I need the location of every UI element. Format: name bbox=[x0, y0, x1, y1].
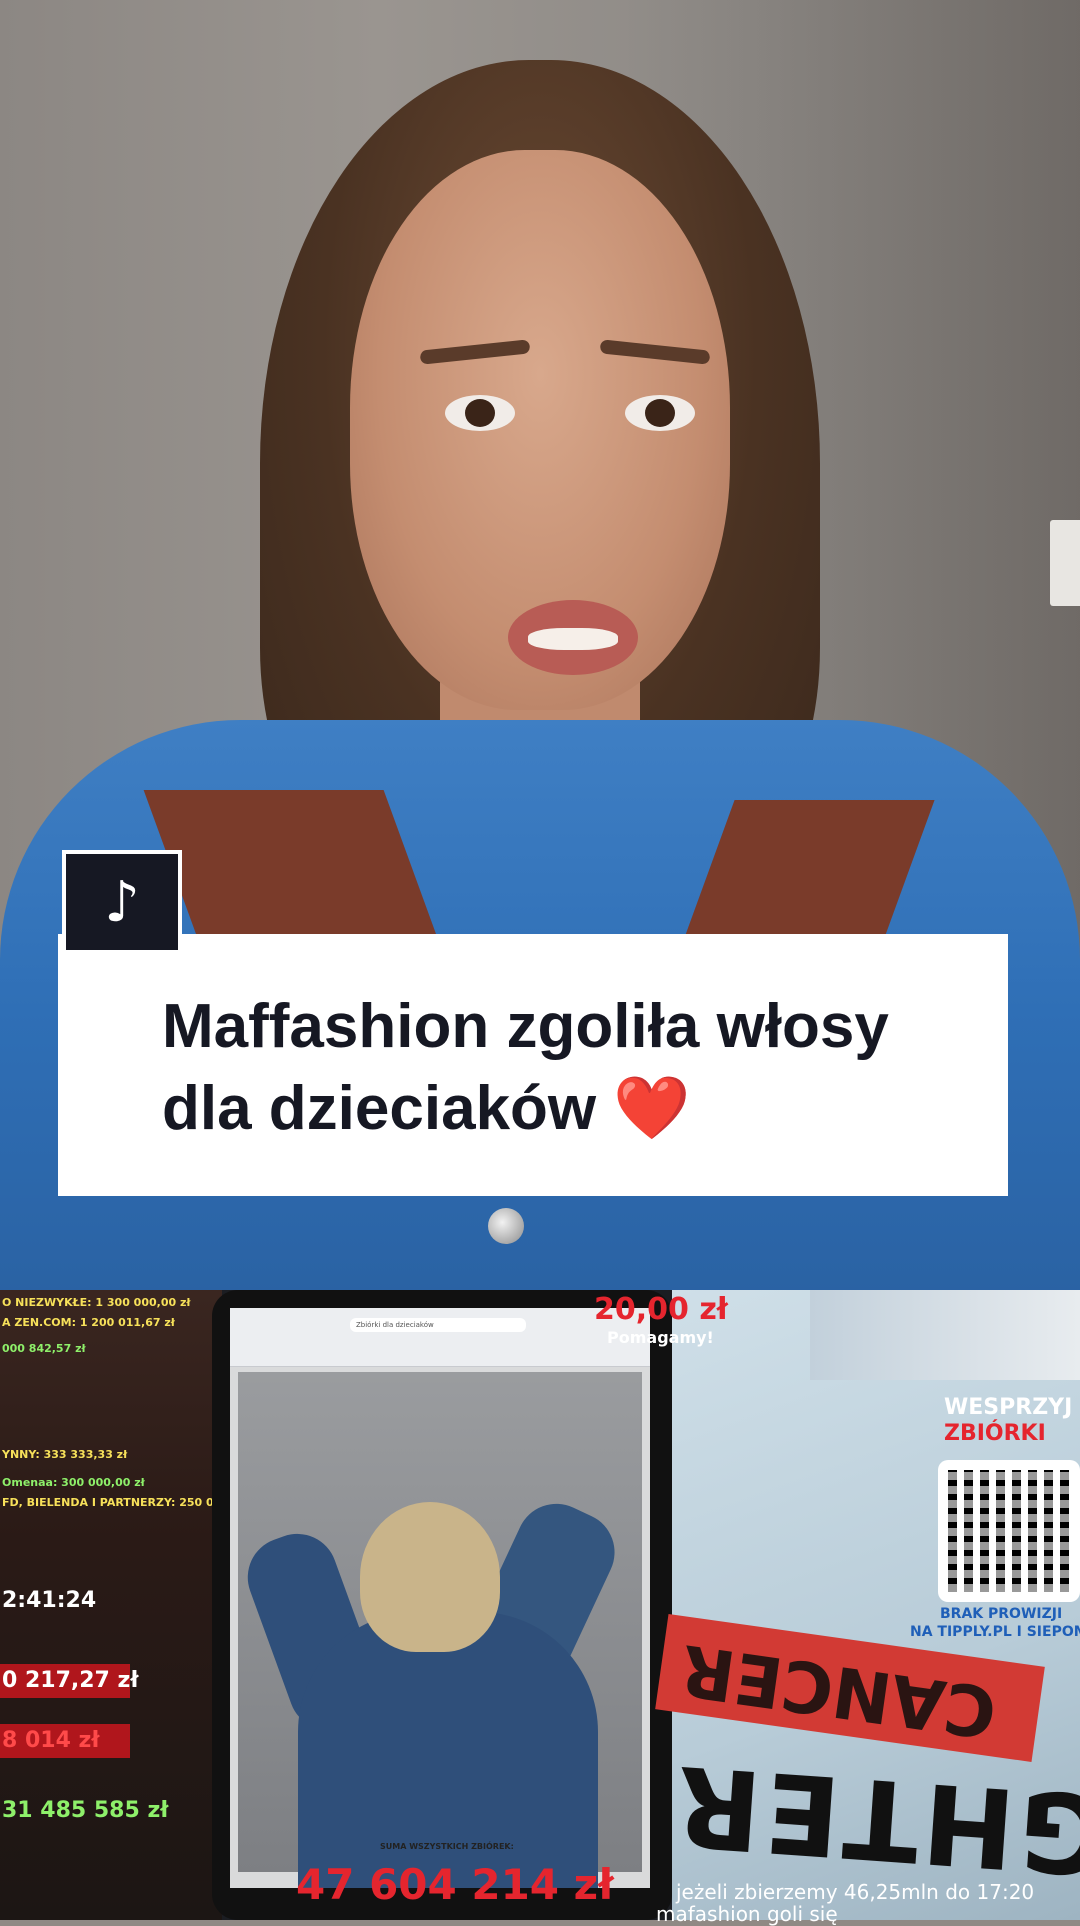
donation-message: Pomagamy! bbox=[607, 1328, 714, 1347]
grand-total: 47 604 214 zł bbox=[296, 1860, 614, 1909]
stream-stat-line: 31 485 585 zł bbox=[2, 1798, 169, 1823]
tablet-video[interactable] bbox=[236, 1372, 642, 1888]
wall-switch bbox=[1050, 520, 1080, 606]
speaker-eye-right bbox=[625, 395, 695, 431]
caption-line-2: dla dzieciaków bbox=[162, 1074, 597, 1143]
caption-text: Maffashion zgoliła włosy dla dzieciaków … bbox=[162, 986, 1008, 1150]
tablet-screen: Zbiórki dla dzieciaków SUMA WSZYSTKICH Z… bbox=[230, 1308, 650, 1888]
shirt-button bbox=[488, 1208, 524, 1244]
stream-stat-line: YNNY: 333 333,33 zł bbox=[2, 1448, 128, 1461]
support-subtitle: ZBIÓRKI bbox=[944, 1421, 1046, 1446]
stream-stat-line: 000 842,57 zł bbox=[2, 1342, 86, 1355]
tiktok-note-icon: ♪ bbox=[62, 850, 182, 954]
tablet-total-label: SUMA WSZYSTKICH ZBIÓREK: bbox=[380, 1842, 514, 1851]
speaker-eye-left bbox=[445, 395, 515, 431]
stream-stat-line: 8 014 zł bbox=[2, 1728, 100, 1753]
caption-line-1: Maffashion zgoliła włosy bbox=[162, 992, 889, 1061]
video-subtitle-line-1: jeżeli zbierzemy 46,25mln do 17:20 bbox=[676, 1880, 1035, 1904]
person-head bbox=[360, 1502, 500, 1652]
stream-stats-panel: O NIEZWYKŁE: 1 300 000,00 zł A ZEN.COM: 1… bbox=[0, 1290, 263, 1920]
webcam-inset bbox=[810, 1290, 1080, 1380]
fee-note-line-2: NA TIPPLY.PL I SIEPOMAGA bbox=[910, 1624, 1080, 1640]
support-title: WESPRZYJ bbox=[944, 1395, 1073, 1420]
donation-amount: 20,00 zł bbox=[594, 1292, 728, 1327]
heart-emoji-icon: ❤️ bbox=[613, 1074, 691, 1143]
stream-stat-line: 2:41:24 bbox=[2, 1588, 97, 1613]
qr-pattern bbox=[948, 1470, 1070, 1592]
stream-stat-line: 0 217,27 zł bbox=[2, 1668, 139, 1693]
browser-address-bar[interactable]: Zbiórki dla dzieciaków bbox=[350, 1318, 526, 1332]
video-caption: Maffashion zgoliła włosy dla dzieciaków … bbox=[58, 934, 1008, 1196]
tiktok-logo-glyph: ♪ bbox=[104, 869, 140, 935]
stream-stat-line: O NIEZWYKŁE: 1 300 000,00 zł bbox=[2, 1296, 191, 1309]
fee-note-line-1: BRAK PROWIZJI bbox=[940, 1606, 1063, 1622]
speaker-mouth bbox=[508, 600, 638, 675]
qr-code-icon[interactable] bbox=[938, 1460, 1080, 1602]
stream-stat-line: Omenaa: 300 000,00 zł bbox=[2, 1476, 145, 1489]
video-subtitle-line-2: mafashion goli się bbox=[656, 1902, 838, 1926]
browser-toolbar: Zbiórki dla dzieciaków bbox=[230, 1308, 650, 1367]
stream-stat-line: A ZEN.COM: 1 200 011,67 zł bbox=[2, 1316, 175, 1329]
